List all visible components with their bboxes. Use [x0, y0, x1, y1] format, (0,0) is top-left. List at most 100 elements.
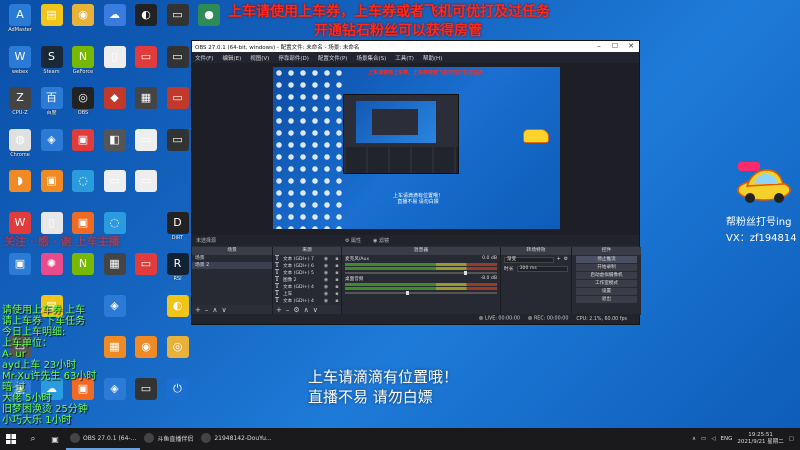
desktop-icon[interactable]: ◧: [99, 128, 131, 152]
maximize-icon[interactable]: ☐: [607, 41, 623, 52]
taskbar-task[interactable]: 斗鱼直播伴侣: [140, 428, 197, 450]
desktop-icon[interactable]: ◎ OBS: [67, 87, 99, 117]
desktop-icon[interactable]: ◌: [67, 170, 99, 193]
taskbar-task[interactable]: 21948142-DouYu...: [197, 428, 275, 450]
search-icon[interactable]: ⌕: [22, 434, 44, 444]
desktop-icon[interactable]: ◈: [99, 294, 131, 318]
lock-icon[interactable]: ▪: [333, 298, 341, 304]
control-button[interactable]: 停止推流: [576, 256, 637, 263]
source-item[interactable]: T 文本 (GDI+) 4 ◉ ▪: [273, 283, 341, 290]
start-button[interactable]: [0, 428, 22, 450]
desktop-icon[interactable]: R RSI: [162, 253, 194, 283]
desktop-icon[interactable]: ◐: [130, 4, 162, 27]
source-item[interactable]: T 文本 (GDI+) 4 ◉ ▪: [273, 297, 341, 304]
desktop-icon[interactable]: ▣: [67, 128, 99, 152]
desktop-icon[interactable]: S Steam: [36, 45, 68, 76]
desktop-icon[interactable]: ▣: [4, 253, 36, 276]
desktop-icon[interactable]: A AdMaster: [4, 4, 36, 34]
desktop-icon[interactable]: ◗: [4, 170, 36, 193]
desktop-icon[interactable]: ▦: [99, 336, 131, 359]
lock-icon[interactable]: ▪: [333, 270, 341, 276]
source-item[interactable]: T 图像 2 ◉ ▪: [273, 276, 341, 283]
control-button[interactable]: 退出: [576, 296, 637, 303]
menu-item[interactable]: 帮助(H): [423, 54, 442, 62]
volume-slider-knob[interactable]: [405, 291, 409, 295]
desktop-icon[interactable]: ▭: [130, 170, 162, 193]
desktop-icon[interactable]: ▣: [36, 170, 68, 193]
notification-icon[interactable]: ▢: [789, 436, 794, 442]
desktop-icon[interactable]: ▭: [99, 170, 131, 193]
desktop-icon[interactable]: ▭: [130, 253, 162, 276]
eye-icon[interactable]: ◉: [322, 298, 330, 304]
control-button[interactable]: 工作室模式: [576, 280, 637, 287]
task-view-icon[interactable]: ▣: [44, 435, 66, 444]
chevron-up-icon[interactable]: ∧: [692, 436, 696, 442]
desktop-icon[interactable]: ⏻: [162, 377, 194, 401]
lock-icon[interactable]: ▪: [333, 284, 341, 290]
menu-item[interactable]: 文件(F): [195, 54, 213, 62]
desktop-icon[interactable]: ▯: [36, 211, 68, 235]
desktop-icon[interactable]: ▭: [162, 87, 194, 110]
desktop-icon[interactable]: ◍ Chrome: [4, 128, 36, 159]
desktop-icon[interactable]: W: [4, 211, 36, 235]
gear-icon[interactable]: ⚙: [564, 257, 568, 262]
clock[interactable]: 19:25:51 2021/9/21 星期二: [737, 432, 783, 446]
eye-icon[interactable]: ◉: [322, 270, 330, 276]
eye-icon[interactable]: ◉: [322, 284, 330, 290]
filters-button[interactable]: ◉ 滤镜: [373, 237, 389, 244]
desktop-icon[interactable]: Z CPU-Z: [4, 87, 36, 117]
lock-icon[interactable]: ▪: [333, 256, 341, 262]
desktop-icon[interactable]: ▭: [162, 45, 194, 69]
source-item[interactable]: T 文本 (GDI+) 6 ◉ ▪: [273, 262, 341, 269]
desktop-icon[interactable]: Wwebex: [4, 45, 36, 76]
obs-titlebar[interactable]: OBS 27.0.1 (64-bit, windows) - 配置文件: 未命名…: [192, 41, 639, 52]
volume-slider-knob[interactable]: [463, 271, 467, 275]
obs-preview-canvas[interactable]: 上车请使用上车券，上车券或者飞机可优打及过任务 上车请滴滴有位置哦！ 直播不易 …: [273, 67, 560, 229]
minimize-icon[interactable]: –: [591, 41, 607, 52]
desktop-icon[interactable]: ●: [193, 4, 225, 27]
desktop-icon[interactable]: ▦: [130, 87, 162, 110]
desktop-icon[interactable]: ◉: [130, 336, 162, 359]
desktop-icon[interactable]: ☁: [99, 4, 131, 27]
source-item[interactable]: T 文本 (GDI+) 5 ◉ ▪: [273, 269, 341, 276]
desktop-icon[interactable]: N: [67, 253, 99, 276]
menu-item[interactable]: 编辑(E): [222, 54, 241, 62]
menu-item[interactable]: 视图(V): [250, 54, 269, 62]
desktop-icon[interactable]: ▣: [67, 211, 99, 235]
desktop-icon[interactable]: ▭: [130, 45, 162, 69]
add-icon[interactable]: +: [557, 257, 561, 262]
desktop-icon[interactable]: 百百度: [36, 87, 68, 117]
language-indicator[interactable]: ENG: [720, 436, 732, 442]
desktop-icon[interactable]: ◈: [36, 128, 68, 152]
desktop-icon[interactable]: ▭: [162, 128, 194, 152]
transition-select[interactable]: 渐变: [504, 256, 554, 263]
taskbar-task[interactable]: OBS 27.0.1 (64-...: [66, 428, 141, 450]
volume-slider[interactable]: [345, 271, 497, 275]
desktop-icon[interactable]: ▭: [162, 4, 194, 27]
source-item[interactable]: T 上车 ◉ ▪: [273, 290, 341, 297]
control-button[interactable]: 启动虚拟摄像机: [576, 272, 637, 279]
eye-icon[interactable]: ◉: [322, 256, 330, 262]
eye-icon[interactable]: ◉: [322, 291, 330, 297]
desktop-icon[interactable]: ◐: [162, 294, 194, 318]
lock-icon[interactable]: ▪: [333, 263, 341, 269]
control-button[interactable]: 设置: [576, 288, 637, 295]
menu-item[interactable]: 配置文件(P): [318, 54, 348, 62]
desktop-icon[interactable]: ◎: [162, 336, 194, 359]
desktop-icon[interactable]: ▯: [99, 45, 131, 69]
menu-item[interactable]: 工具(T): [395, 54, 414, 62]
desktop-icon[interactable]: ◌: [99, 211, 131, 235]
desktop-icon[interactable]: ✺: [36, 253, 68, 276]
scene-item[interactable]: 场景 2: [192, 262, 272, 269]
volume-icon[interactable]: ◁: [711, 436, 715, 442]
desktop-icon[interactable]: ▭: [130, 377, 162, 401]
obs-window[interactable]: OBS 27.0.1 (64-bit, windows) - 配置文件: 未命名…: [191, 40, 641, 325]
desktop-icon[interactable]: N GeForce: [67, 45, 99, 76]
duration-input[interactable]: 300 ms: [516, 265, 568, 272]
close-icon[interactable]: ✕: [623, 41, 639, 52]
desktop-icon[interactable]: ▭: [130, 128, 162, 152]
properties-button[interactable]: ⚙ 属性: [345, 237, 361, 244]
source-item[interactable]: T 文本 (GDI+) 7 ◉ ▪: [273, 255, 341, 262]
desktop-icon[interactable]: ◉: [67, 4, 99, 27]
scene-item[interactable]: 场景: [192, 255, 272, 262]
